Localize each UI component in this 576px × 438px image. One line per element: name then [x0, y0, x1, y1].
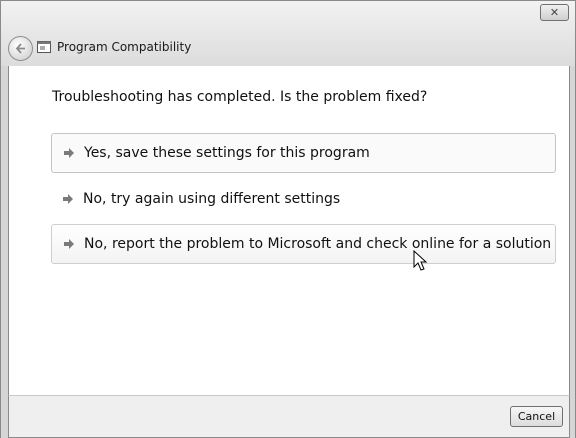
cancel-button[interactable]: Cancel	[510, 406, 563, 427]
question-heading: Troubleshooting has completed. Is the pr…	[52, 89, 428, 105]
program-compatibility-icon	[37, 41, 51, 53]
arrow-right-icon	[64, 148, 74, 158]
option-label: Yes, save these settings for this progra…	[84, 145, 370, 161]
footer-bar: Cancel	[8, 395, 570, 438]
arrow-right-icon	[64, 239, 74, 249]
window-frame-left	[0, 66, 8, 438]
close-icon: ✕	[549, 6, 560, 19]
option-no-try-again[interactable]: No, try again using different settings	[51, 179, 556, 219]
program-compatibility-window: ✕ Program Compatibility Troubleshooting …	[0, 0, 576, 438]
option-no-report-problem[interactable]: No, report the problem to Microsoft and …	[51, 224, 556, 264]
option-label: No, report the problem to Microsoft and …	[84, 236, 552, 252]
window-frame-right	[570, 66, 576, 438]
arrow-right-icon	[63, 194, 73, 204]
option-yes-save-settings[interactable]: Yes, save these settings for this progra…	[51, 133, 556, 173]
window-title: Program Compatibility	[57, 40, 192, 54]
option-label: No, try again using different settings	[83, 191, 341, 207]
title-bar: ✕ Program Compatibility	[0, 0, 576, 66]
close-button[interactable]: ✕	[540, 4, 569, 21]
back-arrow-icon	[15, 43, 25, 54]
mouse-pointer-icon	[413, 250, 428, 271]
content-area: Troubleshooting has completed. Is the pr…	[8, 66, 570, 395]
back-button[interactable]	[8, 36, 33, 61]
